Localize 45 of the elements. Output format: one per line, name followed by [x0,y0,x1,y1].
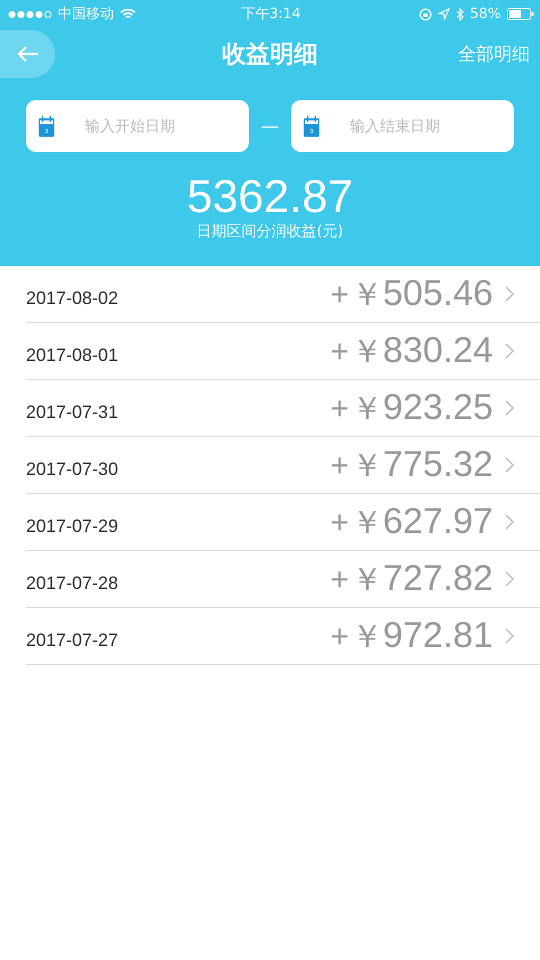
record-date: 2017-08-01 [26,344,120,366]
record-date: 2017-07-29 [26,514,120,536]
back-arrow-icon [16,45,38,63]
chevron-right-icon [505,571,514,587]
record-row[interactable]: 2017-08-02 +￥505.46 [26,266,540,323]
record-row[interactable]: 2017-07-30 +￥775.32 [26,437,540,494]
battery-icon [506,8,534,20]
record-date: 2017-07-31 [26,400,120,422]
chevron-right-icon [505,400,514,416]
chevron-right-icon [505,514,514,530]
record-row[interactable]: 2017-08-01 +￥830.24 [26,323,540,380]
record-amount: +￥627.97 [330,500,493,542]
signal-icon [8,10,52,18]
bluetooth-icon [456,8,464,20]
chevron-right-icon [505,457,514,473]
total-caption: 日期区间分润收益(元) [196,222,344,241]
record-amount: +￥972.81 [330,614,493,656]
chevron-right-icon [505,343,514,359]
record-row[interactable]: 2017-07-27 +￥972.81 [26,608,540,665]
chevron-right-icon [505,286,514,302]
record-date: 2017-07-27 [26,628,120,650]
carrier-name: 中国移动 [58,5,114,23]
record-amount: +￥830.24 [330,328,493,372]
record-row[interactable]: 2017-07-29 +￥627.97 [26,494,540,551]
chevron-right-icon [505,628,514,644]
record-row[interactable]: 2017-07-28 +￥727.82 [26,551,540,608]
rotation-lock-icon [418,8,432,20]
wifi-icon [120,8,136,20]
total-amount: 5362.87 [186,170,354,222]
battery-percent: 58% [470,6,501,22]
record-amount: +￥923.25 [330,386,493,428]
location-icon [438,8,450,20]
record-date: 2017-07-28 [26,572,120,594]
page-title: 收益明细 [222,39,318,70]
record-amount: +￥505.46 [330,272,493,314]
record-date: 2017-07-30 [26,458,120,480]
start-date-input[interactable]: 输入开始日期 [83,116,237,136]
back-button[interactable] [0,30,55,78]
record-amount: +￥775.32 [330,442,493,486]
range-separator: — [260,116,280,136]
record-row[interactable]: 2017-07-31 +￥923.25 [26,380,540,437]
clock-time: 下午3:14 [241,5,301,23]
end-date-input[interactable]: 输入结束日期 [348,116,502,136]
record-date: 2017-08-02 [26,286,120,308]
record-amount: +￥727.82 [330,556,493,600]
